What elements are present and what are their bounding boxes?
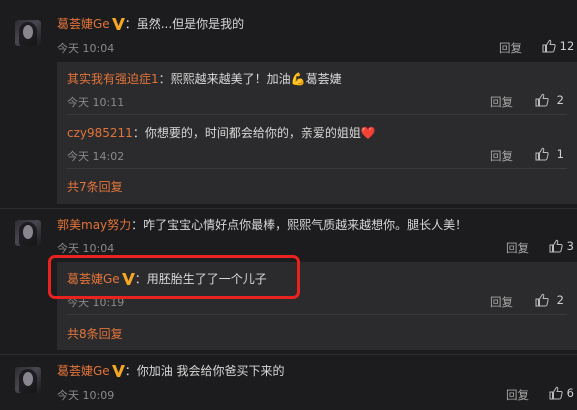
like-count: 2 <box>556 93 564 107</box>
reply-author[interactable]: czy985211 <box>67 126 133 140</box>
verified-icon <box>111 18 125 30</box>
reply-button[interactable]: 回复 <box>490 94 513 110</box>
divider <box>67 314 567 315</box>
reply-header: 其实我有强迫症1：熙熙越来越美了！加油💪葛荟婕 <box>67 70 342 87</box>
reply-button[interactable]: 回复 <box>499 40 522 56</box>
like-button[interactable]: 3 <box>549 239 574 253</box>
reply-time: 今天 10:11 <box>67 96 125 109</box>
highlight-box <box>48 255 300 299</box>
like-button[interactable]: 2 <box>535 293 564 307</box>
reply-button[interactable]: 回复 <box>490 294 513 310</box>
reply-header: czy985211：你想要的，时间都会给你的，亲爱的姐姐❤️ <box>67 124 376 141</box>
reply-author[interactable]: 其实我有强迫症1 <box>67 72 159 86</box>
comment-text: ：虽然...但是你是我的 <box>124 17 245 31</box>
comment-time: 今天 10:04 <box>57 42 115 55</box>
divider <box>67 168 567 169</box>
avatar[interactable] <box>15 20 41 46</box>
reply-time: 今天 14:02 <box>67 150 125 163</box>
divider <box>0 208 577 209</box>
more-replies-link[interactable]: 共7条回复 <box>67 178 123 195</box>
comment-header: 葛荟婕Ge ：虽然...但是你是我的 <box>57 15 244 32</box>
comment-header: 郭美may努力：咋了宝宝心情好点你最棒，熙熙气质越来越想你。腿长人美！ <box>57 216 467 233</box>
comment-text: ：你加油 我会给你爸买下来的 <box>124 364 285 378</box>
like-button[interactable]: 12 <box>542 39 574 53</box>
thumbs-up-icon <box>535 147 549 161</box>
comment-time: 今天 10:04 <box>57 242 115 255</box>
reply-text: ：熙熙越来越美了！加油💪葛荟婕 <box>158 72 342 86</box>
like-button[interactable]: 6 <box>549 386 574 400</box>
reply-button[interactable]: 回复 <box>490 148 513 164</box>
more-replies-link[interactable]: 共8条回复 <box>67 325 123 342</box>
avatar[interactable] <box>15 220 41 246</box>
divider <box>67 114 567 115</box>
reply-text: ：你想要的，时间都会给你的，亲爱的姐姐❤️ <box>132 126 376 140</box>
verified-icon <box>111 365 125 377</box>
divider <box>0 354 577 355</box>
comment-author[interactable]: 郭美may努力 <box>57 218 131 232</box>
like-button[interactable]: 1 <box>535 147 564 161</box>
like-count: 1 <box>556 147 564 161</box>
like-count: 6 <box>566 386 574 400</box>
thumbs-up-icon <box>535 293 549 307</box>
reply-button[interactable]: 回复 <box>506 387 529 403</box>
like-count: 12 <box>559 39 575 53</box>
avatar[interactable] <box>15 367 41 393</box>
like-button[interactable]: 2 <box>535 93 564 107</box>
thumbs-up-icon <box>542 39 556 53</box>
like-count: 3 <box>566 239 574 253</box>
reply-button[interactable]: 回复 <box>506 240 529 256</box>
thumbs-up-icon <box>549 386 563 400</box>
comment-author[interactable]: 葛荟婕Ge <box>57 17 110 31</box>
like-count: 2 <box>556 293 564 307</box>
thumbs-up-icon <box>549 239 563 253</box>
comment-text: ：咋了宝宝心情好点你最棒，熙熙气质越来越想你。腿长人美！ <box>131 218 468 232</box>
comment-time: 今天 10:09 <box>57 389 115 402</box>
comment-author[interactable]: 葛荟婕Ge <box>57 364 110 378</box>
thumbs-up-icon <box>535 93 549 107</box>
comment-header: 葛荟婕Ge ：你加油 我会给你爸买下来的 <box>57 362 285 379</box>
